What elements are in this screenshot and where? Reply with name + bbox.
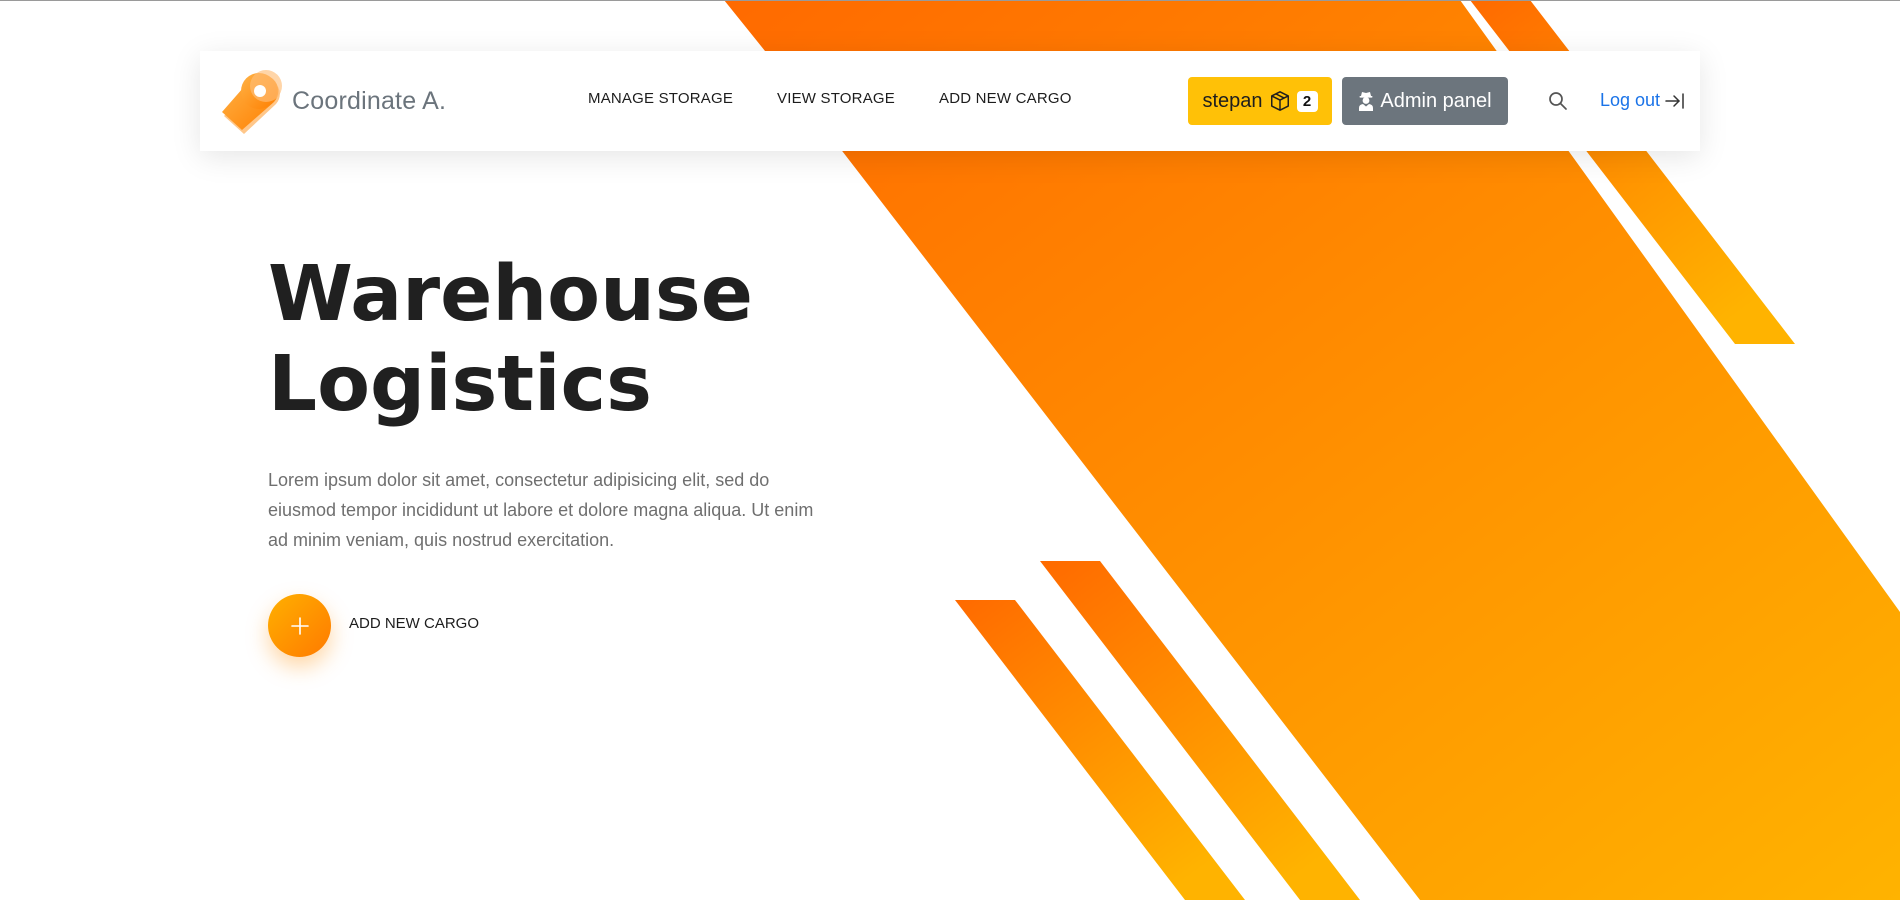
search-icon xyxy=(1549,92,1567,110)
admin-panel-button[interactable]: Admin panel xyxy=(1342,77,1508,125)
nav-manage-storage[interactable]: MANAGE STORAGE xyxy=(588,90,733,107)
hero-title-line-1: Warehouse xyxy=(268,250,753,339)
hero-title: Warehouse Logistics xyxy=(268,250,828,430)
add-new-cargo-link[interactable]: ADD NEW CARGO xyxy=(349,615,479,632)
box-icon xyxy=(1270,91,1289,111)
cargo-count-badge: 2 xyxy=(1296,90,1318,112)
hero-title-line-2: Logistics xyxy=(268,340,652,429)
username-label: stepan xyxy=(1202,89,1263,112)
hero-description: Lorem ipsum dolor sit amet, consectetur … xyxy=(268,470,814,550)
brand-link[interactable]: Coordinate A. xyxy=(216,66,446,136)
window-top-border xyxy=(0,0,1900,1)
search-button[interactable] xyxy=(1547,90,1569,112)
logout-link[interactable]: Log out xyxy=(1600,90,1686,111)
user-cargo-button[interactable]: stepan 2 xyxy=(1188,77,1332,125)
hero-section: Warehouse Logistics xyxy=(268,250,828,430)
logout-arrow-icon xyxy=(1665,92,1684,109)
top-navbar: Coordinate A. MANAGE STORAGE VIEW STORAG… xyxy=(200,51,1700,151)
nav-view-storage[interactable]: VIEW STORAGE xyxy=(777,90,895,107)
logout-label: Log out xyxy=(1600,90,1661,110)
brand-name: Coordinate A. xyxy=(292,86,447,115)
nav-add-new-cargo[interactable]: ADD NEW CARGO xyxy=(939,90,1072,107)
map-pin-icon xyxy=(222,70,282,134)
add-cargo-plus-button[interactable] xyxy=(268,594,331,657)
user-secret-icon xyxy=(1359,92,1374,111)
plus-icon xyxy=(290,616,309,635)
admin-panel-label: Admin panel xyxy=(1380,89,1492,112)
